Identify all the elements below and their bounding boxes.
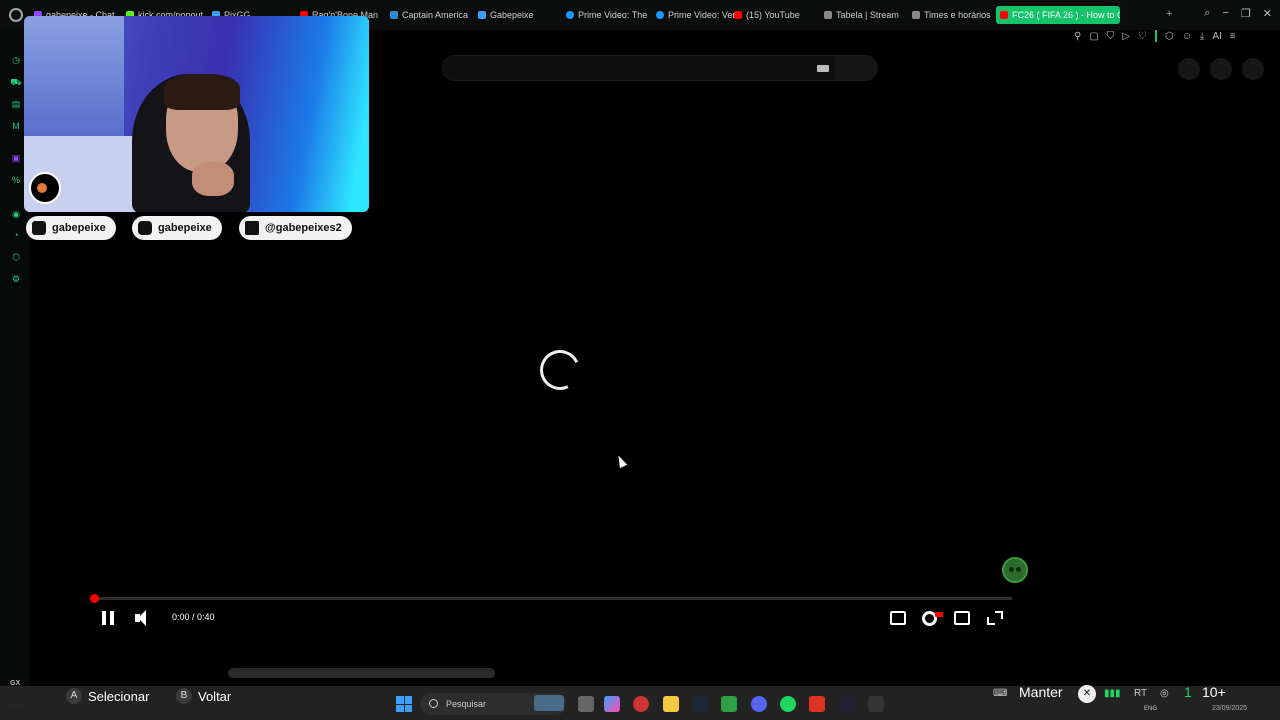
progress-bar[interactable] <box>90 594 1012 603</box>
site-icon <box>912 11 920 19</box>
tab-fc26-active[interactable]: FC26 ( FIFA 26 ) - How to G <box>996 6 1120 24</box>
bot-extension-icon[interactable] <box>1002 557 1028 583</box>
time-display: 0:00 / 0:40 <box>172 612 215 622</box>
ai-button[interactable]: AI <box>1212 31 1221 42</box>
tab-times-horarios[interactable]: Times e horários <box>912 6 996 24</box>
prime-video-icon <box>566 11 574 19</box>
webcam-overlay <box>24 16 369 212</box>
download-icon[interactable]: ⤓ <box>1200 31 1204 42</box>
search-icon <box>429 699 438 708</box>
select-hint[interactable]: A Selecionar <box>66 688 149 704</box>
hd-badge <box>935 612 943 617</box>
notifications-button[interactable] <box>1210 58 1232 80</box>
copilot-icon[interactable] <box>604 696 620 712</box>
theater-mode-button[interactable] <box>954 611 970 625</box>
task-view-icon[interactable] <box>578 696 594 712</box>
fullscreen-button[interactable] <box>987 611 1003 625</box>
site-icon <box>824 11 832 19</box>
channel-logo-icon <box>29 172 61 204</box>
a-button-icon: A <box>66 688 82 704</box>
widget-thumbnail-icon[interactable] <box>534 695 564 711</box>
twitch-icon[interactable]: ▣ <box>10 152 22 164</box>
keep-label: Manter <box>1019 684 1063 700</box>
gx-corner-icon[interactable]: ⛟ <box>10 76 22 88</box>
minimize-button[interactable]: − <box>1222 7 1228 20</box>
browser-toolbar: ⚲ ▢ ⛉ ▷ ♡ ⬡ ☺ ⤓ AI ≡ <box>1074 30 1236 42</box>
new-tab-button[interactable]: + <box>1166 8 1172 20</box>
b-button-icon: B <box>176 688 192 704</box>
youtube-icon <box>1000 11 1008 19</box>
maximize-button[interactable]: ❐ <box>1241 7 1251 20</box>
window-controls: ⌕ − ❐ ✕ <box>1204 7 1272 20</box>
play-icon[interactable]: ▷ <box>1122 31 1130 42</box>
gx-control-icon[interactable]: ◷ <box>10 54 22 66</box>
taskbar-date: 23/09/2025 <box>1212 705 1248 712</box>
menu-icon[interactable]: ≡ <box>1230 31 1236 42</box>
pin-icon[interactable]: ⚲ <box>1074 31 1081 42</box>
tab-youtube[interactable]: (15) YouTube <box>734 6 824 24</box>
search-button[interactable] <box>835 56 877 80</box>
back-hint[interactable]: B Voltar <box>176 688 231 704</box>
xbox-tray-icon[interactable]: ✕ <box>1078 685 1096 703</box>
windows-start-icon[interactable] <box>396 696 412 712</box>
discord-icon[interactable] <box>751 696 767 712</box>
site-icon <box>390 11 398 19</box>
tab-tabela-stream[interactable]: Tabela | Stream <box>824 6 912 24</box>
mail-icon[interactable]: M <box>10 120 22 132</box>
search-tabs-icon[interactable]: ⌕ <box>1204 7 1210 20</box>
extensions-icon[interactable]: ⬡ <box>1165 31 1174 42</box>
app-dark-icon[interactable] <box>839 696 855 712</box>
app-red-icon[interactable] <box>809 696 825 712</box>
tab-captain-america[interactable]: Captain America <box>390 6 478 24</box>
history-icon[interactable]: ◔ <box>10 229 22 241</box>
create-button[interactable] <box>1178 58 1200 80</box>
social-tiktok: @gabepeixes2 <box>239 216 352 240</box>
tab-prime-video-1[interactable]: Prime Video: The <box>566 6 656 24</box>
record-icon[interactable]: ◎ <box>1160 688 1169 699</box>
player-count: 1 <box>1184 684 1192 700</box>
social-youtube: gabepeixe <box>26 216 116 240</box>
keyboard-tray-icon[interactable]: ⌨ <box>993 688 1007 699</box>
spotify-icon[interactable] <box>780 696 796 712</box>
player-icon[interactable]: ◉ <box>10 208 22 220</box>
site-icon <box>478 11 486 19</box>
streamer-hand <box>192 162 234 196</box>
tiktok-icon <box>245 221 259 235</box>
heart-icon[interactable]: ♡ <box>1138 31 1147 42</box>
progress-scrubber[interactable] <box>90 594 99 603</box>
instagram-icon <box>138 221 152 235</box>
snapshot-icon[interactable]: ▢ <box>1089 31 1098 42</box>
steam-icon[interactable] <box>692 696 708 712</box>
friends-count: 10+ <box>1202 684 1226 700</box>
social-instagram: gabepeixe <box>132 216 222 240</box>
avatar[interactable] <box>1242 58 1264 80</box>
xbox-icon[interactable] <box>721 696 737 712</box>
rt-icon[interactable]: RT <box>1134 688 1147 699</box>
prime-video-icon <box>656 11 664 19</box>
pause-button[interactable] <box>102 611 114 625</box>
streamer-hair <box>164 74 240 110</box>
youtube-icon <box>32 221 46 235</box>
layers-icon[interactable]: ▤ <box>10 98 22 110</box>
toolbar-divider <box>1154 30 1157 42</box>
obs-icon[interactable] <box>868 696 884 712</box>
settings-icon[interactable]: ⚙ <box>10 273 22 285</box>
shield-icon[interactable]: ⛉ <box>1107 31 1115 42</box>
extensions-sidebar-icon[interactable]: ⬡ <box>10 251 22 263</box>
audio-meter-icon: ▮▮▮ <box>1104 688 1121 699</box>
opera-gx-taskbar-icon[interactable] <box>633 696 649 712</box>
language-indicator[interactable]: ENG <box>1144 706 1157 712</box>
tab-gabepeixe[interactable]: Gabepeixe <box>478 6 566 24</box>
keyboard-icon[interactable] <box>817 65 829 72</box>
close-button[interactable]: ✕ <box>1263 7 1272 20</box>
search-input[interactable] <box>442 55 878 81</box>
tab-prime-video-2[interactable]: Prime Video: Ver <box>656 6 734 24</box>
percent-icon[interactable]: % <box>10 174 22 186</box>
horizontal-scrollbar[interactable] <box>228 668 495 678</box>
profile-icon[interactable]: ☺ <box>1182 31 1192 42</box>
opera-gx-logo-icon[interactable] <box>9 8 23 22</box>
file-explorer-icon[interactable] <box>663 696 679 712</box>
youtube-icon <box>734 11 742 19</box>
subtitles-button[interactable] <box>890 611 906 625</box>
